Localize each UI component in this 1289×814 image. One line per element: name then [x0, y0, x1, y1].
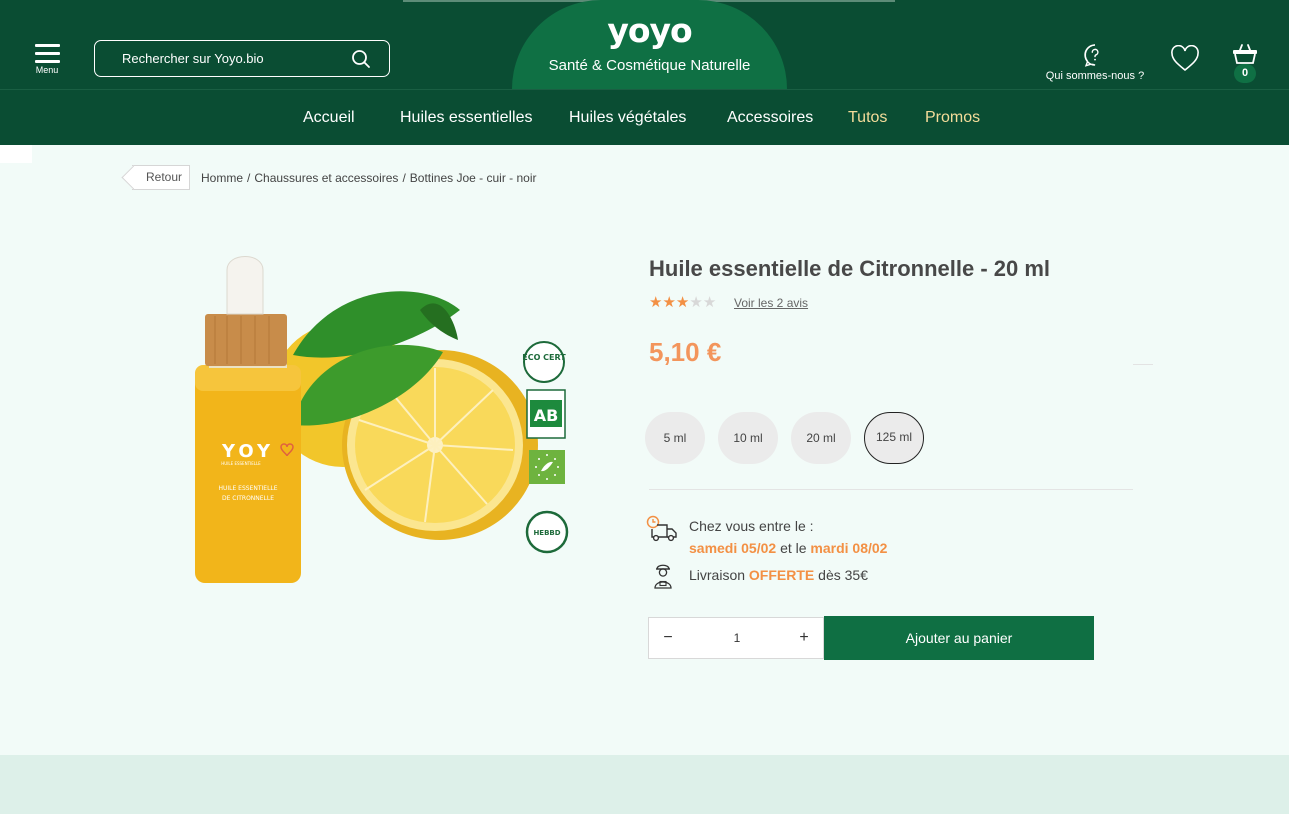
quantity-stepper: − + — [648, 617, 824, 659]
footer-band — [0, 755, 1289, 814]
bottle-label-line2: DE CITRONNELLE — [222, 495, 274, 502]
star-filled-icon: ★ — [675, 294, 690, 311]
bottle-label-line1: HUILE ESSENTIELLE — [218, 485, 277, 492]
free-suffix: dès 35€ — [818, 567, 868, 583]
quantity-decrease-button[interactable]: − — [649, 618, 687, 658]
product-image: YOY HUILE ESSENTIELLE HUILE ESSENTIELLE … — [195, 256, 569, 583]
star-empty-icon: ★ — [702, 294, 717, 311]
bottle-body — [195, 365, 301, 583]
brand-logo[interactable]: yoyo Santé & Cosmétique Naturelle — [512, 0, 787, 89]
rating-stars: ★ ★ ★ ★ ★ — [649, 295, 716, 310]
delivery-middle: et le — [780, 540, 807, 556]
breadcrumb-item[interactable]: Homme — [201, 171, 243, 185]
delivery-date-start: samedi 05/02 — [689, 540, 777, 556]
free-shipping-note: Livraison OFFERTE dès 35€ — [689, 567, 868, 583]
nav-item-accessoires[interactable]: Accessoires — [727, 109, 813, 127]
section-divider — [649, 489, 1133, 490]
dropper-bulb — [226, 256, 264, 315]
search-placeholder: Rechercher sur Yoyo.bio — [122, 51, 264, 66]
search-input[interactable]: Rechercher sur Yoyo.bio — [94, 40, 390, 77]
page-edge-tab — [0, 145, 32, 163]
bottle-shoulder — [195, 365, 301, 391]
ab-badge-text: AB — [534, 406, 559, 425]
reviews-link[interactable]: Voir les 2 avis — [734, 296, 808, 310]
variant-125ml[interactable]: 125 ml — [864, 412, 924, 464]
nav-item-huiles-essentielles[interactable]: Huiles essentielles — [400, 109, 533, 127]
question-icon — [1084, 44, 1099, 67]
product-title: Huile essentielle de Citronnelle - 20 ml — [649, 256, 1051, 281]
star-empty-icon: ★ — [689, 294, 703, 311]
product-price: 5,10 € — [649, 337, 722, 367]
star-filled-icon: ★ — [649, 294, 663, 311]
top-header: Menu Rechercher sur Yoyo.bio yoyo Santé … — [0, 0, 1289, 89]
menu-button[interactable]: Menu — [32, 44, 62, 78]
search-icon[interactable] — [351, 49, 371, 69]
variant-20ml[interactable]: 20 ml — [791, 412, 851, 464]
nav-item-tutos[interactable]: Tutos — [848, 109, 887, 127]
delivery-person-icon — [654, 564, 672, 589]
delivery-estimate: Chez vous entre le : samedi 05/02 et le … — [689, 515, 887, 559]
nav-item-huiles-vegetales[interactable]: Huiles végétales — [569, 109, 686, 127]
wishlist-button[interactable] — [1170, 44, 1200, 78]
about-link[interactable]: Qui sommes-nous ? — [1040, 43, 1150, 82]
quantity-input[interactable] — [689, 626, 785, 650]
ecocert-badge — [523, 341, 565, 383]
add-to-cart-button[interactable]: Ajouter au panier — [824, 616, 1094, 660]
bottle-cap — [205, 314, 287, 366]
nav-item-accueil[interactable]: Accueil — [303, 109, 355, 127]
cart-button[interactable]: 0 — [1231, 43, 1259, 83]
bottle-brand: YOY — [221, 441, 274, 462]
cart-count-badge: 0 — [1234, 64, 1256, 83]
logo-text: yoyo — [607, 11, 692, 50]
delivery-prefix: Chez vous entre le : — [689, 518, 814, 534]
breadcrumb: Homme / Chaussures et accessoires / Bottines… — [201, 171, 537, 185]
breadcrumb-item-current: Bottines Joe - cuir - noir — [409, 171, 537, 185]
delivery-date-end: mardi 08/02 — [810, 540, 888, 556]
star-filled-icon: ★ — [662, 294, 676, 311]
bottle-subtitle: HUILE ESSENTIELLE — [221, 461, 261, 466]
back-label: Retour — [146, 170, 183, 184]
quantity-increase-button[interactable]: + — [785, 618, 823, 658]
heart-icon — [1171, 44, 1199, 72]
main-nav: Accueil Huiles essentielles Huiles végét… — [0, 89, 1289, 145]
ecocert-badge-text: ECO CERT — [522, 353, 566, 362]
brand-tagline: Santé & Cosmétique Naturelle — [548, 57, 751, 74]
back-button[interactable]: Retour — [132, 165, 190, 190]
nav-item-promos[interactable]: Promos — [925, 109, 980, 127]
variant-5ml[interactable]: 5 ml — [645, 412, 705, 464]
free-prefix: Livraison — [689, 567, 746, 583]
about-label: Qui sommes-nous ? — [1045, 70, 1145, 82]
free-word: OFFERTE — [748, 567, 815, 583]
delivery-truck-icon — [646, 515, 677, 542]
basket-icon — [1233, 44, 1257, 64]
breadcrumb-separator: / — [247, 171, 251, 185]
variant-10ml[interactable]: 10 ml — [718, 412, 778, 464]
divider — [1133, 364, 1153, 365]
breadcrumb-separator: / — [402, 171, 406, 185]
hebbd-badge-text: HEBBD — [533, 529, 560, 537]
breadcrumb-item[interactable]: Chaussures et accessoires — [254, 171, 398, 185]
menu-label: Menu — [35, 65, 59, 75]
hamburger-icon — [32, 44, 62, 63]
